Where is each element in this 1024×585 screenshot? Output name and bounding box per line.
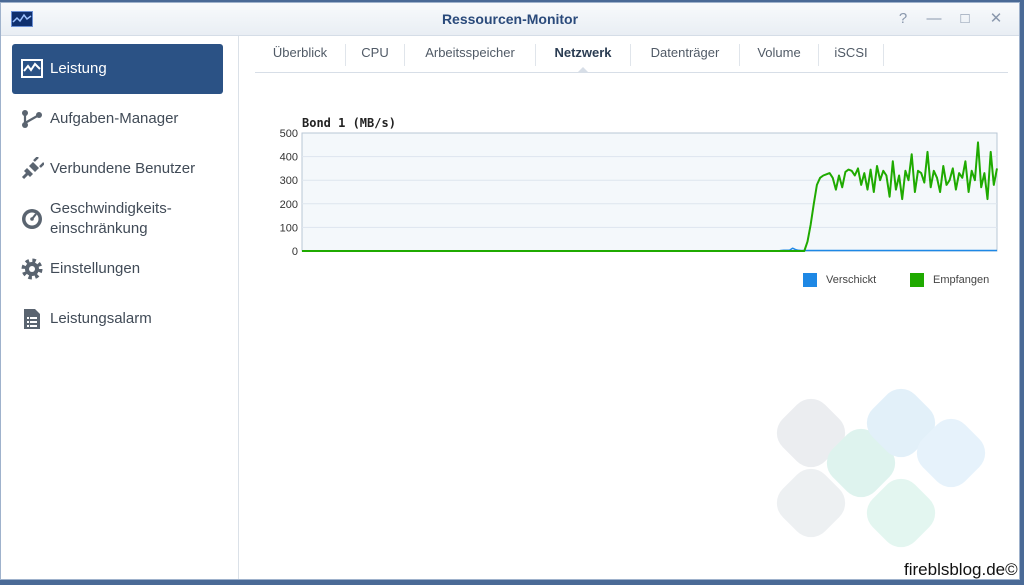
sidebar-item-verbundene-benutzer[interactable]: Verbundene Benutzer	[12, 144, 223, 194]
y-tick-label: 0	[292, 246, 298, 258]
tab-netzwerk-label: Netzwerk	[554, 45, 612, 60]
tab-arbeitsspeicher[interactable]: Arbeitsspeicher	[405, 36, 535, 72]
y-tick-label: 500	[280, 128, 298, 140]
network-chart: 500 400 300 200 100 0	[280, 128, 998, 258]
title-bar[interactable]: Ressourcen-Monitor ? — □ ✕	[1, 3, 1019, 36]
sidebar-item-label: Geschwindigkeits- einschränkung	[50, 200, 172, 237]
sidebar-item-label: Verbundene Benutzer	[50, 160, 196, 177]
sidebar-item-label: Leistungsalarm	[50, 310, 152, 327]
minimize-icon[interactable]: —	[925, 10, 943, 28]
sidebar-item-geschwindigkeitseinschraenkung[interactable]: Geschwindigkeits- einschränkung	[12, 194, 223, 244]
synology-logo-watermark	[776, 388, 986, 548]
help-icon[interactable]: ?	[894, 10, 912, 28]
sidebar-item-label: Leistung	[50, 60, 107, 77]
legend-swatch-verschickt	[803, 273, 817, 287]
tab-volume[interactable]: Volume	[740, 36, 818, 72]
tab-cpu[interactable]: CPU	[346, 36, 404, 72]
sidebar: Leistung Aufgaben-Manager Verbundene Ben…	[1, 36, 239, 579]
task-manager-icon	[22, 110, 42, 128]
sidebar-item-label: Einstellungen	[50, 260, 141, 277]
y-tick-label: 400	[280, 152, 298, 164]
tab-separator	[883, 44, 884, 66]
sidebar-item-aufgaben-manager[interactable]: Aufgaben-Manager	[12, 94, 223, 144]
close-icon[interactable]: ✕	[987, 10, 1005, 28]
y-tick-label: 100	[280, 222, 298, 234]
performance-chart-icon	[21, 59, 43, 78]
window-title: Ressourcen-Monitor	[441, 11, 579, 27]
watermark-text: fireblsblog.de©	[904, 560, 1018, 579]
sidebar-item-leistungsalarm[interactable]: Leistungsalarm	[12, 294, 223, 344]
active-tab-indicator	[577, 67, 589, 73]
gear-icon	[21, 258, 43, 280]
legend-label: Verschickt	[826, 274, 877, 286]
legend-swatch-empfangen	[910, 273, 924, 287]
legend-label: Empfangen	[933, 274, 990, 286]
document-list-icon	[24, 309, 40, 329]
y-tick-label: 300	[280, 175, 298, 187]
y-tick-label: 200	[280, 199, 298, 211]
resource-monitor-window: Ressourcen-Monitor ? — □ ✕ Leistung Aufg…	[0, 2, 1020, 580]
sidebar-item-leistung[interactable]: Leistung	[12, 44, 223, 94]
tab-iscsi[interactable]: iSCSI	[819, 36, 883, 72]
tab-ueberblick[interactable]: Überblick	[255, 36, 345, 72]
tab-bar: Überblick CPU Arbeitsspeicher Netzwerk D…	[255, 36, 1008, 73]
tab-datentraeger[interactable]: Datenträger	[631, 36, 739, 72]
sidebar-item-label: Aufgaben-Manager	[50, 110, 179, 127]
sidebar-item-einstellungen[interactable]: Einstellungen	[12, 244, 223, 294]
maximize-icon[interactable]: □	[956, 10, 974, 28]
plot-area	[301, 132, 998, 252]
speedometer-icon	[22, 209, 42, 229]
tab-netzwerk[interactable]: Netzwerk	[536, 36, 630, 73]
plug-icon	[21, 157, 44, 180]
